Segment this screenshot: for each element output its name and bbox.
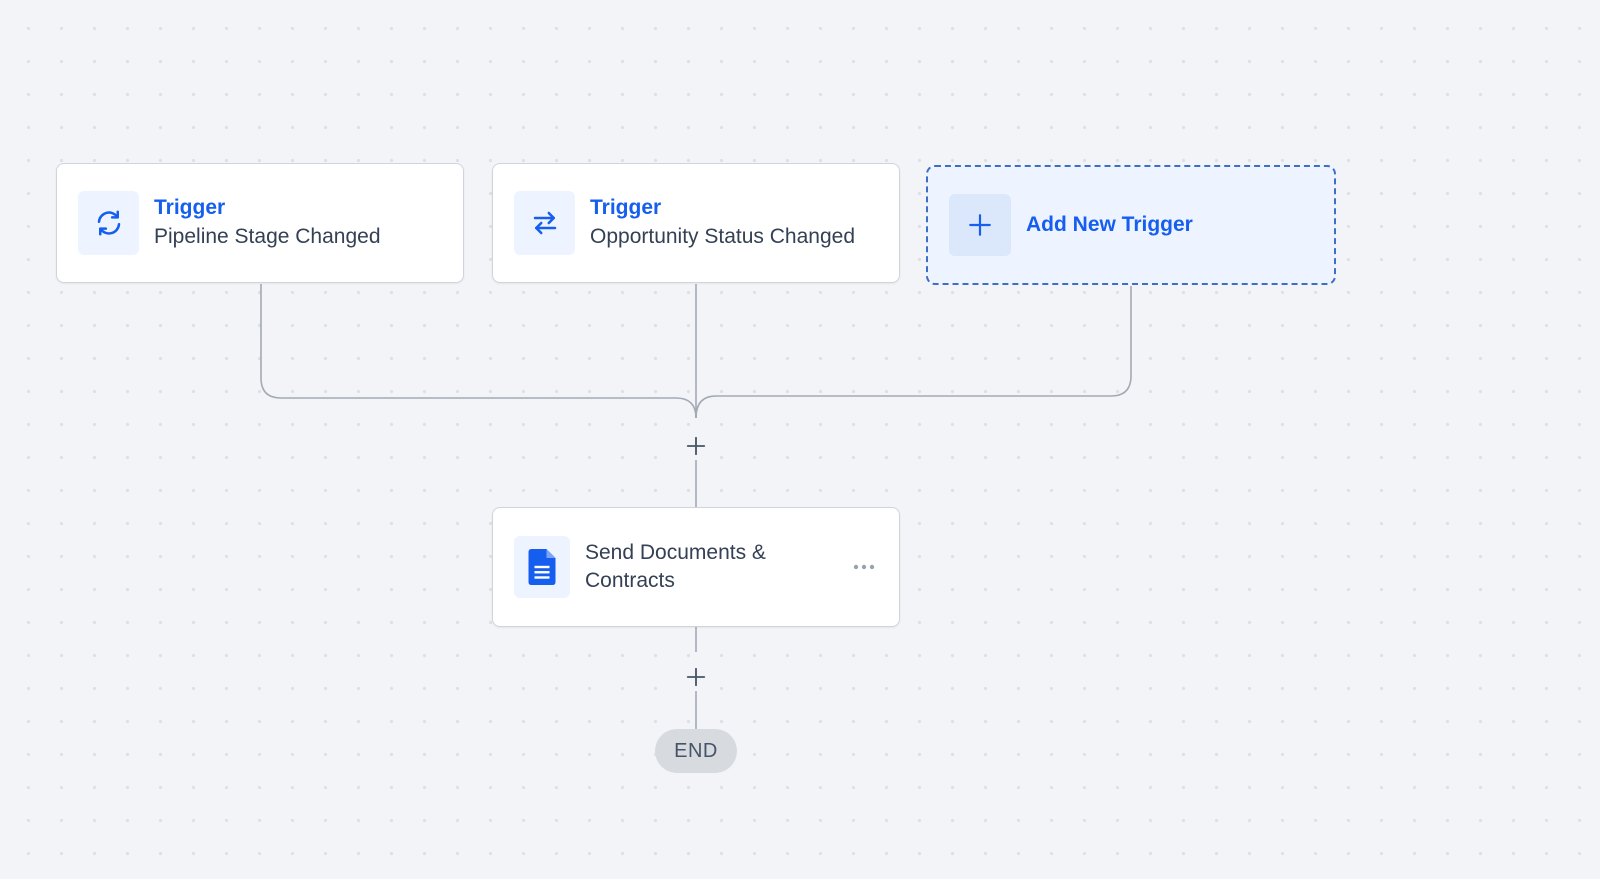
action-text: Send Documents & Contracts xyxy=(585,539,790,595)
add-step-button[interactable] xyxy=(682,663,710,691)
trigger-title: Pipeline Stage Changed xyxy=(154,225,381,248)
plus-icon xyxy=(969,214,991,236)
plus-icon xyxy=(686,436,706,456)
add-trigger-label: Add New Trigger xyxy=(1026,213,1193,236)
trigger-text: Trigger Opportunity Status Changed xyxy=(590,194,855,252)
trigger-icon-box xyxy=(78,191,139,255)
trigger-kicker: Trigger xyxy=(154,196,226,219)
trigger-title: Opportunity Status Changed xyxy=(590,225,856,248)
document-icon xyxy=(528,549,556,585)
action-more-button[interactable] xyxy=(849,555,879,579)
swap-arrows-icon xyxy=(533,211,556,235)
workflow-canvas: Trigger Pipeline Stage Changed Trigger O… xyxy=(0,0,1600,879)
connector-add-trigger xyxy=(695,286,1132,419)
trigger-card-opportunity-status-changed[interactable]: Trigger Opportunity Status Changed xyxy=(492,163,900,283)
add-new-trigger-button[interactable]: Add New Trigger xyxy=(926,165,1336,285)
plus-icon xyxy=(686,667,706,687)
trigger-card-pipeline-stage-changed[interactable]: Trigger Pipeline Stage Changed xyxy=(56,163,464,283)
more-horizontal-icon xyxy=(853,564,875,570)
action-icon-box xyxy=(514,536,570,598)
connector-lines xyxy=(260,284,1132,729)
action-card-send-documents[interactable]: Send Documents & Contracts xyxy=(492,507,900,627)
trigger-kicker: Trigger xyxy=(590,196,662,219)
action-title: Send Documents & Contracts xyxy=(585,541,766,592)
connector-trigger-1 xyxy=(260,284,697,419)
end-node: END xyxy=(655,729,737,773)
add-trigger-icon-box xyxy=(949,194,1011,256)
trigger-icon-box xyxy=(514,191,575,255)
add-step-button[interactable] xyxy=(682,432,710,460)
refresh-icon xyxy=(97,210,120,236)
trigger-text: Trigger Pipeline Stage Changed xyxy=(154,194,381,252)
